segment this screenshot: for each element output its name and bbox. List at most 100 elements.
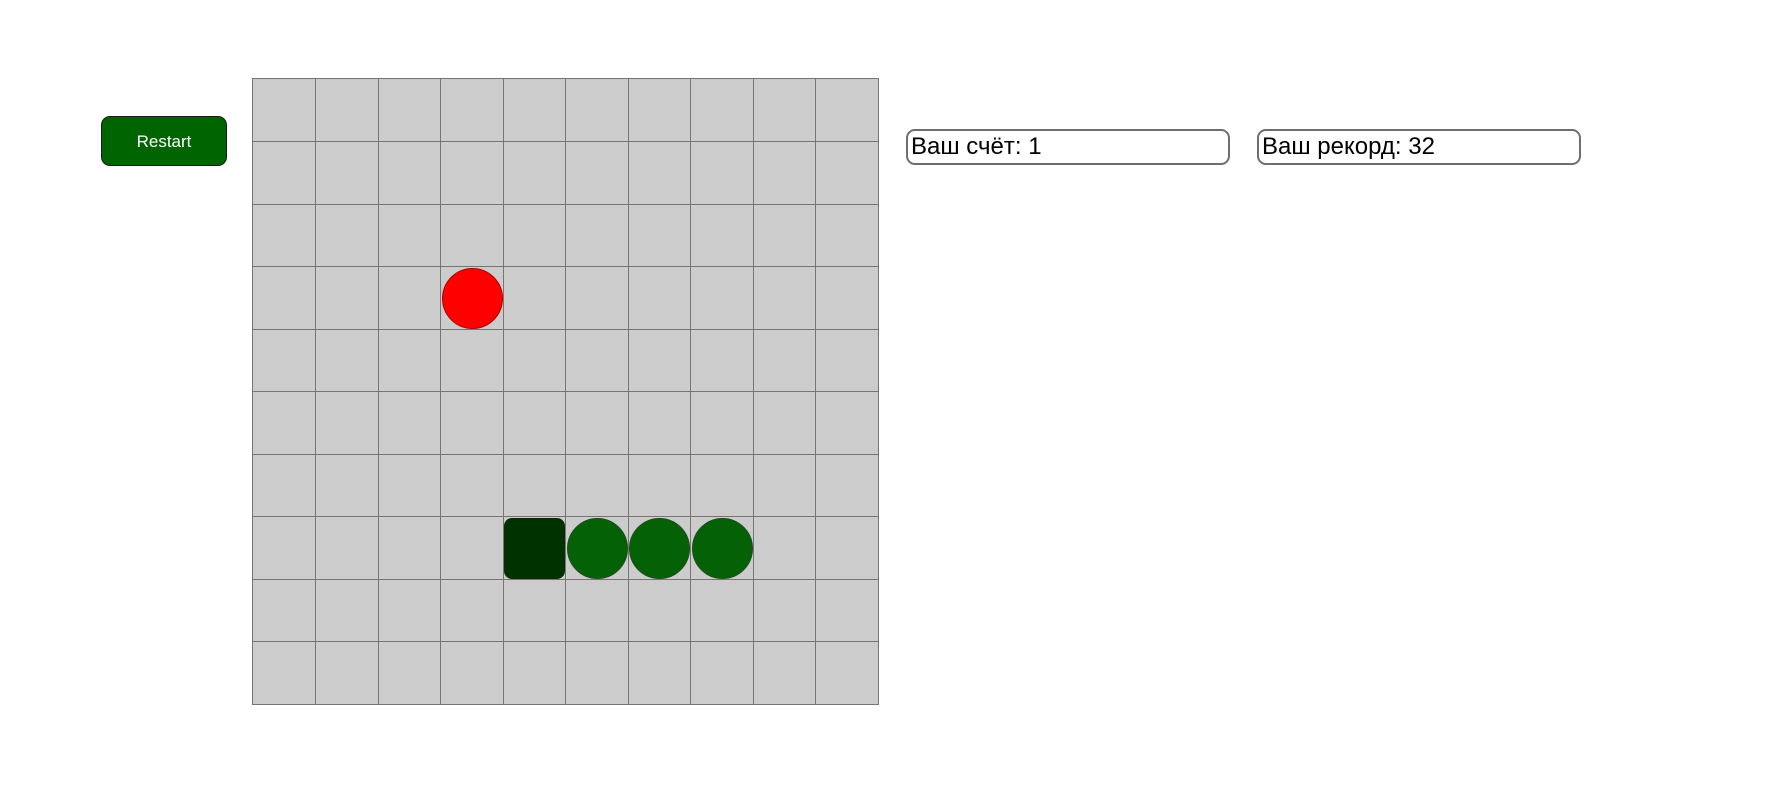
- board-cell: [253, 329, 316, 392]
- board-cell: [690, 391, 754, 455]
- board-cell: [565, 329, 629, 392]
- board-cell: [378, 516, 441, 580]
- board-cell: [690, 579, 754, 642]
- board-cell: [815, 142, 879, 205]
- board-cell: [628, 454, 691, 517]
- board-cell: [253, 391, 316, 455]
- board-cell: [503, 79, 566, 142]
- board-cell: [628, 79, 691, 142]
- board-cell: [753, 329, 816, 392]
- board-cell: [628, 141, 691, 205]
- board-cell: [315, 79, 379, 142]
- board-cell: [753, 454, 816, 517]
- board-cell: [315, 516, 379, 580]
- board-cell: [315, 579, 379, 642]
- board-cell: [753, 391, 816, 455]
- board-cell: [503, 266, 566, 330]
- board-cell: [565, 141, 629, 205]
- board-cell: [815, 579, 879, 642]
- board-cell: [753, 141, 816, 205]
- board-cell: [628, 266, 691, 330]
- board-cell: [565, 266, 629, 330]
- board-cell: [378, 579, 441, 642]
- board-cell: [440, 391, 504, 455]
- board-cell: [690, 266, 754, 330]
- board-cell: [440, 454, 504, 517]
- board-cell: [503, 641, 566, 705]
- board-cell: [315, 204, 379, 267]
- board-cell: [253, 204, 316, 267]
- board-cell: [378, 141, 441, 205]
- board-cell: [628, 391, 691, 455]
- board-cell: [753, 579, 816, 642]
- game-board: [252, 78, 879, 705]
- snake-body-segment: [566, 517, 628, 579]
- board-cell: [565, 454, 629, 517]
- board-cell: [565, 391, 629, 455]
- record-display: Ваш рекорд: 32: [1257, 129, 1581, 165]
- board-cell: [440, 204, 504, 267]
- board-cell: [440, 79, 504, 142]
- board-cell: [378, 391, 441, 455]
- board-cell: [378, 79, 441, 142]
- board-cell: [378, 204, 441, 267]
- board-cell: [315, 391, 379, 455]
- board-cell: [565, 204, 629, 267]
- board-cell: [253, 454, 316, 517]
- score-display: Ваш счёт: 1: [906, 129, 1230, 165]
- board-cell: [628, 579, 691, 642]
- board-cell: [815, 79, 879, 142]
- board-cell: [816, 642, 879, 705]
- board-cell: [565, 579, 629, 642]
- board-cell: [628, 204, 691, 267]
- board-cell: [253, 79, 316, 142]
- board-cell: [440, 141, 504, 205]
- board-cell: [815, 454, 879, 517]
- board-cell: [503, 204, 566, 267]
- board-cell: [565, 79, 629, 142]
- board-cell: [815, 392, 879, 455]
- board-cell: [253, 141, 316, 205]
- food-apple: [441, 267, 503, 329]
- restart-button[interactable]: Restart: [101, 116, 227, 166]
- board-cell: [441, 641, 504, 705]
- board-cell: [753, 79, 816, 142]
- snake-head: [504, 517, 565, 579]
- board-cell: [503, 454, 566, 517]
- board-cell: [690, 79, 754, 142]
- board-cell: [815, 204, 879, 267]
- board-cell: [253, 516, 316, 580]
- board-cell: [315, 329, 379, 392]
- board-cell: [440, 329, 504, 392]
- board-cell: [253, 641, 316, 705]
- board-cell: [691, 641, 754, 705]
- board-cell: [815, 329, 879, 392]
- board-cell: [378, 266, 441, 330]
- board-cell: [378, 329, 441, 392]
- board-cell: [753, 204, 816, 267]
- board-cell: [253, 266, 316, 330]
- board-cell: [253, 579, 316, 642]
- board-cell: [440, 516, 504, 580]
- board-cell: [690, 454, 754, 517]
- board-cell: [316, 641, 379, 705]
- board-cell: [503, 391, 566, 455]
- board-cell: [315, 266, 379, 330]
- board-cell: [503, 329, 566, 392]
- board-cell: [690, 329, 754, 392]
- board-cell: [503, 579, 566, 642]
- board-cell: [628, 329, 691, 392]
- snake-body-segment: [629, 517, 690, 579]
- board-cell: [628, 641, 691, 705]
- board-cell: [690, 204, 754, 267]
- board-cell: [315, 454, 379, 517]
- snake-body-segment: [691, 517, 753, 579]
- board-cell: [440, 579, 504, 642]
- board-cell: [815, 517, 879, 580]
- board-cell: [753, 266, 816, 330]
- board-cell: [753, 641, 816, 705]
- board-cell: [753, 516, 816, 580]
- board-cell: [315, 141, 379, 205]
- board-cell: [566, 641, 629, 705]
- board-cell: [378, 641, 441, 705]
